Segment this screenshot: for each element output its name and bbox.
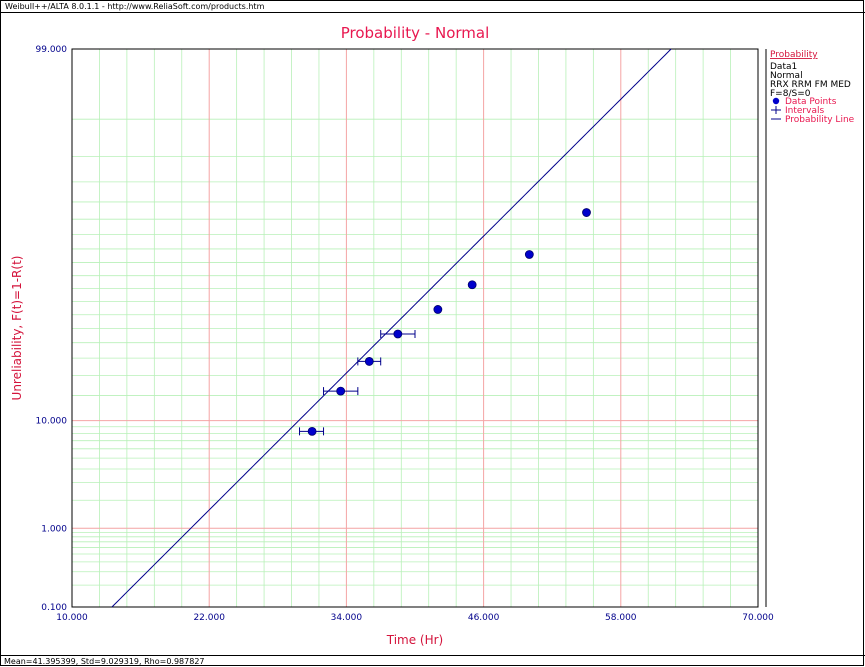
y-tick-labels: 99.000 10.000 1.000 0.100 bbox=[36, 45, 68, 613]
y-tick-label: 99.000 bbox=[36, 45, 68, 55]
x-tick-label: 46.000 bbox=[468, 613, 500, 623]
data-point bbox=[336, 386, 346, 396]
data-point bbox=[307, 426, 317, 436]
points-layer bbox=[307, 208, 591, 436]
x-tick-label: 10.000 bbox=[56, 613, 88, 623]
x-tick-label: 70.000 bbox=[742, 613, 774, 623]
legend-header: Probability bbox=[770, 50, 818, 60]
y-tick-label: 0.100 bbox=[41, 603, 67, 613]
grid-layer bbox=[72, 49, 758, 607]
data-point bbox=[467, 280, 477, 290]
legend: Probability Data1 Normal RRX RRM FM MED … bbox=[765, 49, 855, 607]
data-point bbox=[393, 329, 403, 339]
probability-chart: 10.000 22.000 34.000 46.000 58.000 70.000 99.… bbox=[10, 24, 855, 647]
data-point bbox=[524, 250, 534, 259]
x-tick-label: 58.000 bbox=[605, 613, 637, 623]
legend-item-probability-line: Probability Line bbox=[785, 115, 855, 125]
x-tick-label: 34.000 bbox=[331, 613, 363, 623]
data-point bbox=[582, 208, 591, 217]
y-tick-label: 10.000 bbox=[36, 417, 68, 427]
data-point bbox=[364, 357, 374, 366]
x-tick-labels: 10.000 22.000 34.000 46.000 58.000 70.000 bbox=[56, 613, 774, 623]
legend-dot-icon bbox=[772, 97, 780, 105]
y-axis-label: Unreliability, F(t)=1-R(t) bbox=[10, 256, 24, 401]
y-tick-label: 1.000 bbox=[41, 524, 67, 534]
x-tick-label: 22.000 bbox=[193, 613, 225, 623]
interval-layer bbox=[299, 329, 416, 436]
chart-title: Probability - Normal bbox=[341, 24, 490, 42]
data-point bbox=[433, 305, 443, 314]
x-axis-label: Time (Hr) bbox=[386, 633, 444, 647]
